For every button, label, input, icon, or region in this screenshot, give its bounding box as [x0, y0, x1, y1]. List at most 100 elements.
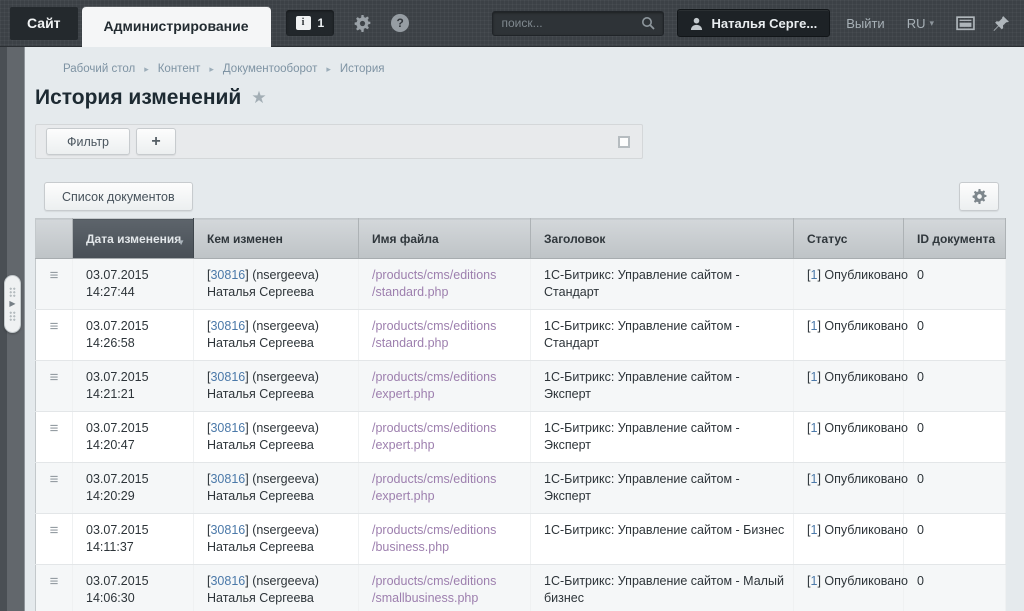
search-icon[interactable] — [641, 16, 655, 30]
column-header-filename[interactable]: Имя файла — [359, 219, 531, 259]
row-menu-icon[interactable]: ≡ — [50, 471, 59, 488]
row-menu-icon[interactable]: ≡ — [50, 573, 59, 590]
file-path-link[interactable]: /products/cms/editions — [372, 573, 526, 590]
cell-date: 03.07.2015 14:26:58 — [73, 310, 194, 361]
file-name-link[interactable]: /standard.php — [372, 335, 526, 352]
status-label: ] Опубликовано — [817, 472, 908, 486]
table-row[interactable]: ≡ 03.07.2015 14:20:47 [30816] (nsergeeva… — [36, 412, 1006, 463]
user-id-link[interactable]: 30816 — [210, 421, 245, 435]
desktop-icon[interactable] — [956, 16, 975, 31]
time-value: 14:11:37 — [86, 539, 189, 556]
cell-date: 03.07.2015 14:20:29 — [73, 463, 194, 514]
grid-header-row: Список документов — [35, 182, 1006, 211]
table-row[interactable]: ≡ 03.07.2015 14:26:58 [30816] (nsergeeva… — [36, 310, 1006, 361]
breadcrumb-item-workflow[interactable]: Документооборот — [223, 63, 317, 75]
cell-doc-id: 0 — [904, 259, 1006, 310]
chevron-down-icon: ▾ — [929, 18, 934, 29]
cell-doc-id: 0 — [904, 361, 1006, 412]
column-header-status[interactable]: Статус — [794, 219, 904, 259]
favorite-star-icon[interactable]: ★ — [251, 88, 266, 108]
documents-list-tab[interactable]: Список документов — [44, 182, 193, 211]
search-input[interactable] — [501, 16, 641, 30]
user-icon — [690, 17, 703, 30]
notification-count: 1 — [318, 16, 325, 30]
file-path-link[interactable]: /products/cms/editions — [372, 267, 526, 284]
cell-title: 1С-Битрикс: Управление сайтом - Стандарт — [531, 259, 794, 310]
language-selector[interactable]: RU ▾ — [907, 16, 934, 31]
file-name-link[interactable]: /standard.php — [372, 284, 526, 301]
cell-status: [1] Опубликовано — [794, 259, 904, 310]
user-id-link[interactable]: 30816 — [210, 523, 245, 537]
breadcrumb-separator-icon: ▸ — [144, 64, 149, 75]
help-icon[interactable]: ? — [391, 14, 409, 32]
settings-gear-icon[interactable] — [354, 15, 371, 32]
user-id-link[interactable]: 30816 — [210, 319, 245, 333]
table-row[interactable]: ≡ 03.07.2015 14:27:44 [30816] (nsergeeva… — [36, 259, 1006, 310]
row-menu-icon[interactable]: ≡ — [50, 522, 59, 539]
column-header-doc-id[interactable]: ID документа — [904, 219, 1006, 259]
row-menu-icon[interactable]: ≡ — [50, 369, 59, 386]
user-id-link[interactable]: 30816 — [210, 370, 245, 384]
file-path-link[interactable]: /products/cms/editions — [372, 522, 526, 539]
user-login: ] (nsergeeva) — [245, 472, 319, 486]
status-label: ] Опубликовано — [817, 370, 908, 384]
table-row[interactable]: ≡ 03.07.2015 14:21:21 [30816] (nsergeeva… — [36, 361, 1006, 412]
row-menu-icon[interactable]: ≡ — [50, 318, 59, 335]
cell-date: 03.07.2015 14:06:30 — [73, 565, 194, 611]
file-path-link[interactable]: /products/cms/editions — [372, 420, 526, 437]
breadcrumb-item-content[interactable]: Контент — [158, 63, 201, 75]
user-full-name: Наталья Сергеева — [207, 488, 354, 505]
notification-info-icon: i — [296, 16, 311, 30]
cell-doc-id: 0 — [904, 310, 1006, 361]
filter-collapse-icon[interactable] — [618, 136, 630, 148]
pin-icon[interactable] — [993, 15, 1010, 32]
cell-doc-id: 0 — [904, 463, 1006, 514]
content-area: ▶ Рабочий стол ▸ Контент ▸ Документообор… — [0, 47, 1024, 611]
cell-filename: /products/cms/editions /expert.php — [359, 463, 531, 514]
cell-changed-by: [30816] (nsergeeva) Наталья Сергеева — [194, 565, 359, 611]
breadcrumb-separator-icon: ▸ — [209, 64, 214, 75]
user-id-link[interactable]: 30816 — [210, 472, 245, 486]
cell-changed-by: [30816] (nsergeeva) Наталья Сергеева — [194, 463, 359, 514]
table-body: ≡ 03.07.2015 14:27:44 [30816] (nsergeeva… — [36, 259, 1006, 611]
table-row[interactable]: ≡ 03.07.2015 14:20:29 [30816] (nsergeeva… — [36, 463, 1006, 514]
page-title: История изменений — [35, 86, 241, 110]
table-row[interactable]: ≡ 03.07.2015 14:11:37 [30816] (nsergeeva… — [36, 514, 1006, 565]
breadcrumb-item-desktop[interactable]: Рабочий стол — [63, 63, 135, 75]
column-header-changed-by[interactable]: Кем изменен — [194, 219, 359, 259]
tab-administration[interactable]: Администрирование — [82, 7, 271, 47]
file-name-link[interactable]: /expert.php — [372, 386, 526, 403]
main-panel: Рабочий стол ▸ Контент ▸ Документооборот… — [25, 47, 1024, 611]
column-header-date[interactable]: Дата изменения ▼ — [73, 219, 194, 259]
filter-button[interactable]: Фильтр — [46, 128, 130, 155]
user-id-link[interactable]: 30816 — [210, 574, 245, 588]
file-name-link[interactable]: /business.php — [372, 539, 526, 556]
cell-doc-id: 0 — [904, 565, 1006, 611]
sidebar-expand-handle[interactable]: ▶ — [4, 275, 21, 333]
status-label: ] Опубликовано — [817, 523, 908, 537]
row-menu-icon[interactable]: ≡ — [50, 267, 59, 284]
table-header-row: Дата изменения ▼ Кем изменен Имя файла З… — [36, 219, 1006, 259]
date-value: 03.07.2015 — [86, 267, 189, 284]
file-path-link[interactable]: /products/cms/editions — [372, 369, 526, 386]
grid-settings-button[interactable] — [959, 182, 999, 211]
tab-site[interactable]: Сайт — [10, 7, 78, 40]
cell-filename: /products/cms/editions /smallbusiness.ph… — [359, 565, 531, 611]
file-name-link[interactable]: /expert.php — [372, 437, 526, 454]
file-path-link[interactable]: /products/cms/editions — [372, 471, 526, 488]
file-name-link[interactable]: /smallbusiness.php — [372, 590, 526, 607]
file-name-link[interactable]: /expert.php — [372, 488, 526, 505]
table-row[interactable]: ≡ 03.07.2015 14:06:30 [30816] (nsergeeva… — [36, 565, 1006, 611]
notifications-button[interactable]: i 1 — [286, 10, 335, 36]
user-menu-button[interactable]: Наталья Серге... — [677, 9, 830, 37]
user-id-link[interactable]: 30816 — [210, 268, 245, 282]
cell-doc-id: 0 — [904, 412, 1006, 463]
add-filter-button[interactable]: + — [136, 128, 176, 155]
search-box — [492, 11, 664, 36]
row-menu-icon[interactable]: ≡ — [50, 420, 59, 437]
logout-link[interactable]: Выйти — [846, 16, 885, 31]
column-header-title[interactable]: Заголовок — [531, 219, 794, 259]
file-path-link[interactable]: /products/cms/editions — [372, 318, 526, 335]
user-full-name: Наталья Сергеева — [207, 284, 354, 301]
cell-changed-by: [30816] (nsergeeva) Наталья Сергеева — [194, 259, 359, 310]
